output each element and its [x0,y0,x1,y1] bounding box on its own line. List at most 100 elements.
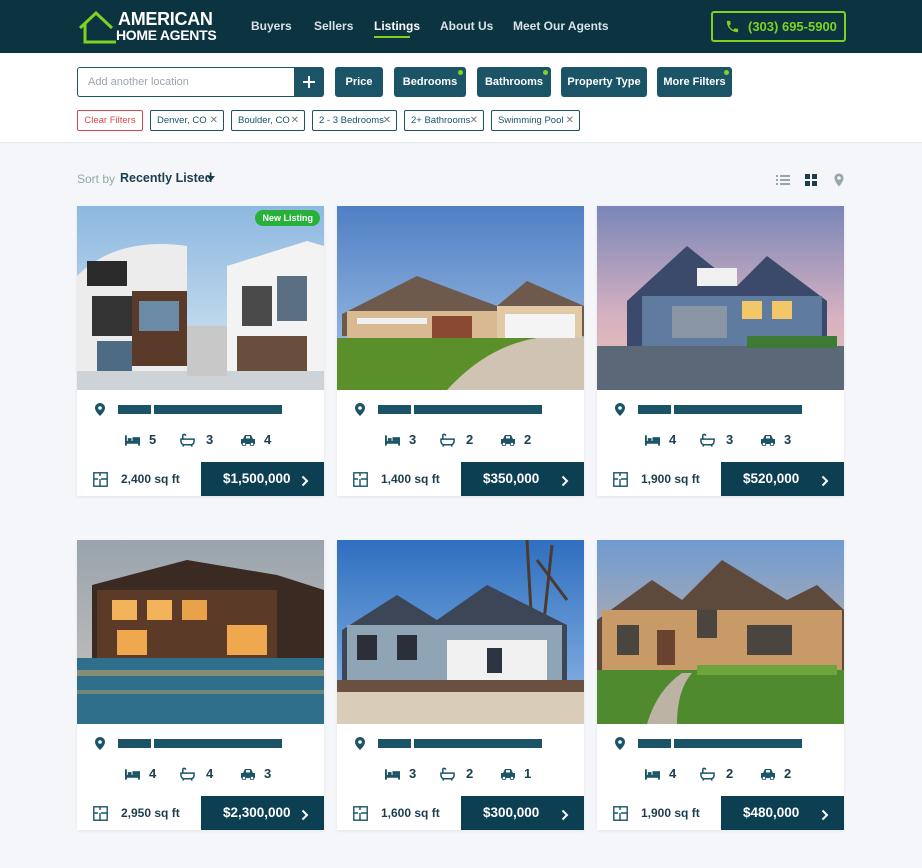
listing-card[interactable]: 4 2 2 1,900 sq ft $480,000 [597,540,844,830]
square-footage: 1,600 sq ft [381,806,440,820]
nav-buyers[interactable]: Buyers [251,19,292,33]
location-search-input[interactable] [77,67,295,97]
remove-chip-icon[interactable]: ✕ [566,111,574,130]
location-pin-icon [95,403,105,421]
address-placeholder-bar [638,739,671,748]
nav-meet-agents[interactable]: Meet Our Agents [513,19,609,33]
square-footage: 2,400 sq ft [121,472,180,486]
bedrooms-filter-button[interactable]: Bedrooms [394,67,466,97]
beds-count: 3 [409,766,417,781]
bathrooms-filter-button[interactable]: Bathrooms [477,67,551,97]
filter-chip: 2+ Bathrooms ✕ [404,110,484,131]
property-type-filter-button[interactable]: Property Type [561,67,647,97]
add-location-button[interactable] [294,67,324,97]
house-logo-icon [78,10,116,44]
address-placeholder-bar [674,739,802,748]
square-footage: 1,400 sq ft [381,472,440,486]
bedrooms-filter-label: Bedrooms [402,76,458,88]
listing-card[interactable]: 3 2 2 1,400 sq ft $350,000 [337,206,584,496]
price-button[interactable]: $520,000 [721,462,844,496]
sort-label: Sort by [77,172,116,186]
filter-chip: Swimming Pool ✕ [491,110,580,131]
listing-photo[interactable] [337,540,584,724]
price-button[interactable]: $300,000 [461,796,584,830]
listing-photo[interactable] [77,540,324,724]
property-type-filter-label: Property Type [567,76,641,88]
address-placeholder-bar [378,405,411,414]
list-view-icon[interactable] [776,173,790,187]
bed-icon [645,767,660,785]
listing-card[interactable]: 4 3 3 1,900 sq ft $520,000 [597,206,844,496]
price-button[interactable]: $480,000 [721,796,844,830]
bath-icon [180,767,195,786]
square-footage: 2,950 sq ft [121,806,180,820]
bed-icon [125,767,140,785]
chevron-right-icon [821,808,829,826]
garage-count: 3 [784,432,792,447]
address-placeholder-bar [414,739,542,748]
listing-price: $480,000 [743,805,800,820]
brand-logo[interactable]: AMERICAN HOME AGENTS [78,8,217,46]
address-placeholder-bar [638,405,671,414]
grid-view-icon[interactable] [804,173,818,187]
address-placeholder-bar [154,405,282,414]
garage-count: 2 [784,766,792,781]
baths-count: 3 [206,432,214,447]
floor-plan-icon [613,472,628,492]
remove-chip-icon[interactable]: ✕ [210,111,218,130]
top-nav: AMERICAN HOME AGENTS Buyers Sellers List… [0,0,922,53]
listing-photo[interactable] [597,540,844,724]
more-filters-button[interactable]: More Filters [657,67,732,97]
baths-count: 2 [726,766,734,781]
brand-name-line2: HOME AGENTS [116,27,217,43]
chevron-right-icon [561,808,569,826]
nav-sellers[interactable]: Sellers [314,19,353,33]
garage-count: 3 [264,766,272,781]
nav-listings[interactable]: Listings [374,19,420,33]
filter-chip-label: 2+ Bathrooms [411,115,471,126]
price-button[interactable]: $350,000 [461,462,584,496]
chevron-down-icon[interactable] [207,176,215,181]
remove-chip-icon[interactable]: ✕ [470,111,478,130]
clear-filters-button[interactable]: Clear Filters [77,110,143,131]
listing-photo[interactable] [337,206,584,390]
phone-button[interactable]: (303) 695-5900 [711,11,846,42]
bathrooms-filter-label: Bathrooms [484,76,544,88]
baths-count: 4 [206,766,214,781]
nav-active-indicator [374,36,410,38]
listing-card[interactable]: 4 4 3 2,950 sq ft $2,300,000 [77,540,324,830]
map-view-icon[interactable] [832,173,846,187]
address-placeholder-bar [378,739,411,748]
filter-chip: 2 - 3 Bedrooms ✕ [312,110,397,131]
remove-chip-icon[interactable]: ✕ [291,111,299,130]
floor-plan-icon [93,806,108,826]
bed-icon [125,433,140,451]
listing-price: $1,500,000 [223,471,291,486]
baths-count: 3 [726,432,734,447]
listing-price: $2,300,000 [223,805,291,820]
listing-card[interactable]: New Listing 5 3 4 2,400 sq ft $1,500,000 [77,206,324,496]
bed-icon [645,433,660,451]
listing-photo[interactable] [77,206,324,390]
beds-count: 4 [669,432,677,447]
sort-dropdown[interactable]: Recently Listed [120,171,212,185]
filter-chip: Boulder, CO ✕ [231,110,305,131]
price-filter-label: Price [345,76,373,88]
listing-photo[interactable] [597,206,844,390]
price-button[interactable]: $1,500,000 [201,462,324,496]
phone-number: (303) 695-5900 [748,19,837,34]
beds-count: 4 [149,766,157,781]
price-button[interactable]: $2,300,000 [201,796,324,830]
bed-icon [385,433,400,451]
address-placeholder-bar [118,405,151,414]
chevron-right-icon [301,808,309,826]
car-icon [760,767,776,785]
listing-card[interactable]: 3 2 1 1,600 sq ft $300,000 [337,540,584,830]
active-filter-dot [543,70,548,75]
remove-chip-icon[interactable]: ✕ [383,111,391,130]
bath-icon [700,433,715,452]
nav-about-us[interactable]: About Us [440,19,493,33]
price-filter-button[interactable]: Price [335,67,383,97]
garage-count: 4 [264,432,272,447]
filter-chip-label: Boulder, CO [238,115,290,126]
